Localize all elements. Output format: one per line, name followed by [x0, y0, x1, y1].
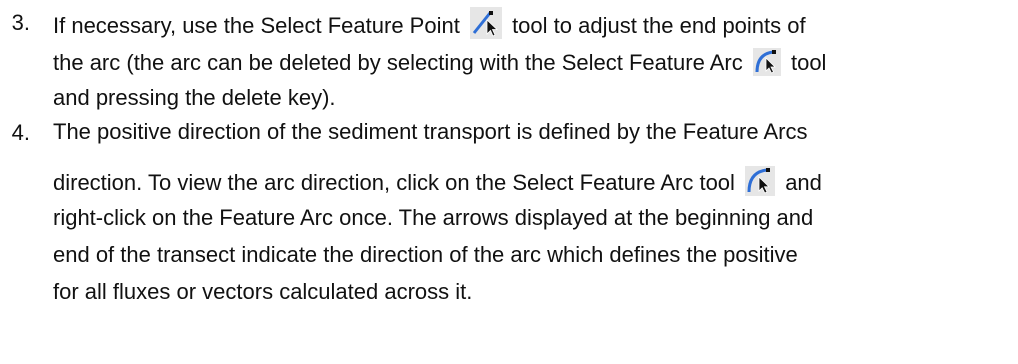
item-4-line-2: direction. To view the arc direction, cl…	[53, 166, 822, 198]
item-4-line-4: end of the transect indicate the directi…	[53, 240, 798, 270]
item-3-line-2: the arc (the arc can be deleted by selec…	[53, 48, 826, 78]
item-3-text-2a: the arc (the arc can be deleted by selec…	[53, 50, 743, 75]
item-4-line-5: for all fluxes or vectors calculated acr…	[53, 277, 472, 307]
list-number-3: 3.	[11, 10, 30, 35]
item-4-line-3: right-click on the Feature Arc once. The…	[53, 203, 813, 233]
item-4-text-2b: and	[785, 170, 822, 195]
item-3-text-2b: tool	[790, 50, 827, 75]
item-4-text-4: end of the transect indicate the directi…	[53, 242, 798, 267]
item-3-text-1b: tool to adjust the end points of	[512, 13, 806, 38]
list-number-4: 4.	[11, 120, 30, 145]
item-3-text-3: and pressing the delete key).	[53, 85, 336, 110]
item-3-line-1: If necessary, use the Select Feature Poi…	[53, 7, 806, 41]
select-feature-arc-icon	[752, 48, 781, 76]
item-4-text-1: The positive direction of the sediment t…	[53, 119, 808, 144]
select-feature-arc-icon	[745, 166, 776, 196]
select-feature-point-icon	[469, 7, 502, 39]
document-page: 3. If necessary, use the Select Feature …	[0, 0, 1018, 364]
item-4-text-5: for all fluxes or vectors calculated acr…	[53, 279, 473, 304]
item-4-text-3: right-click on the Feature Arc once. The…	[53, 205, 814, 230]
item-3-text-1a: If necessary, use the Select Feature Poi…	[53, 13, 460, 38]
item-4-line-1: The positive direction of the sediment t…	[53, 117, 808, 147]
item-3-line-3: and pressing the delete key).	[53, 83, 336, 113]
item-4-text-2a: direction. To view the arc direction, cl…	[53, 170, 735, 195]
